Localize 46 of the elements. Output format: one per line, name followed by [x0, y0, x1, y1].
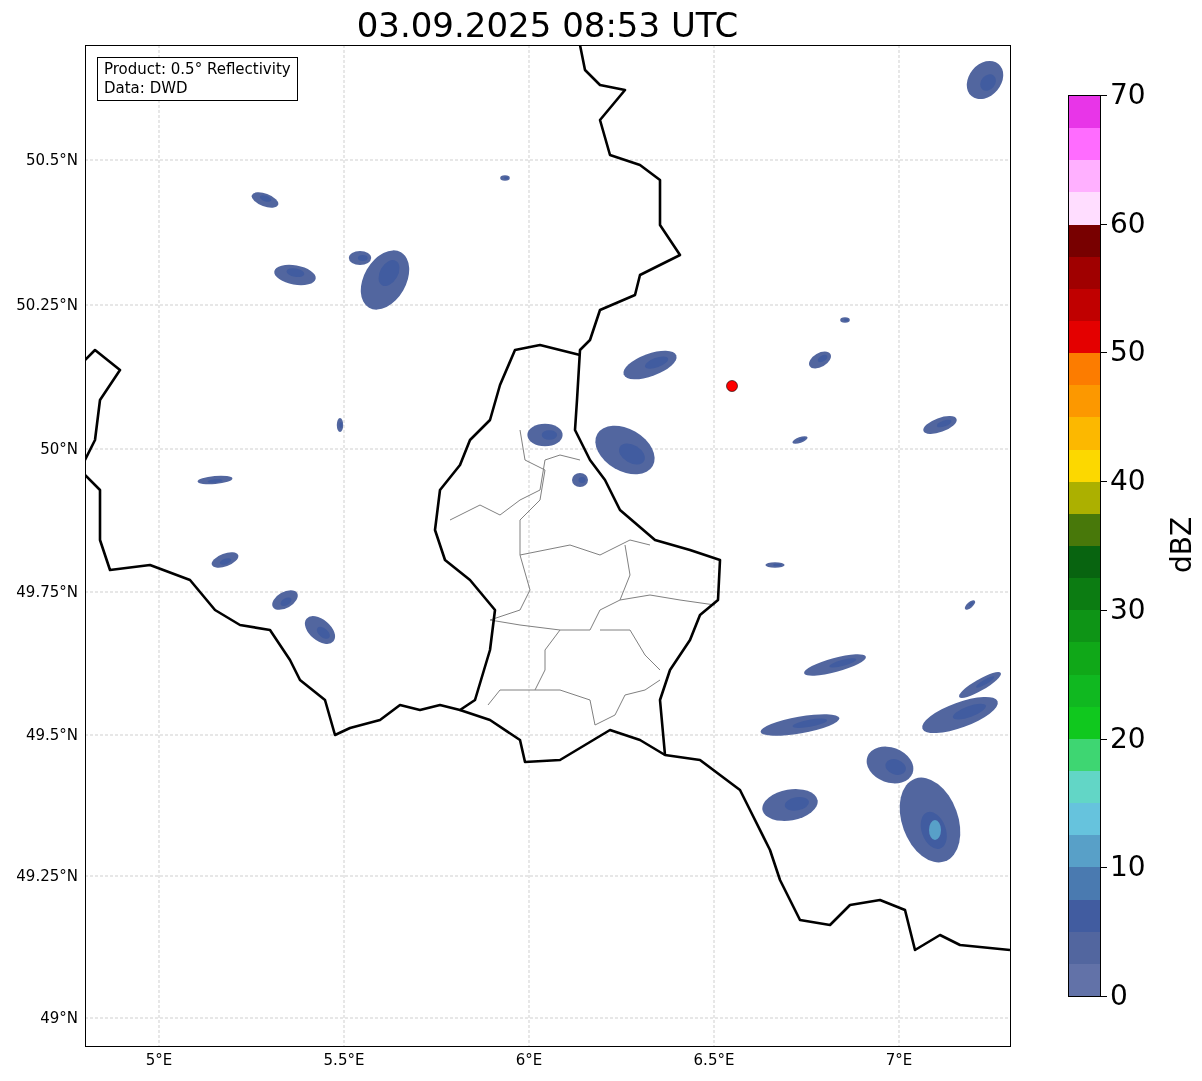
longitude-label: 6°E: [515, 1051, 543, 1069]
colorbar-tick-label: 40: [1110, 465, 1146, 498]
radar-echo: [272, 590, 298, 610]
radar-echo: [251, 192, 279, 208]
radar-echo: [336, 418, 344, 432]
radar-echo: [623, 350, 677, 380]
latitude-label: 49.25°N: [16, 867, 78, 885]
colorbar-tick-label: 10: [1110, 851, 1146, 884]
radar-echo: [792, 436, 808, 444]
colorbar-tick-label: 0: [1110, 980, 1128, 1012]
radar-echo: [840, 317, 850, 323]
latitude-label: 50°N: [40, 440, 78, 458]
colorbar-tick-label: 70: [1110, 79, 1146, 111]
info-text: Data: DWD: [104, 79, 189, 98]
colorbar-tick-label: 50: [1110, 336, 1146, 369]
colorbar-tick-label: 30: [1110, 593, 1146, 626]
station-marker: [726, 380, 738, 392]
radar-echo: [595, 425, 655, 475]
longitude-label: 6.5°E: [693, 1051, 735, 1069]
radar-echo: [966, 60, 1004, 100]
radar-echo: [274, 264, 316, 286]
longitude-label: 5.5°E: [323, 1051, 365, 1069]
latitude-label: 50.5°N: [25, 151, 78, 169]
colorbar-label: dBZ: [1166, 516, 1198, 574]
longitude-label: 5°E: [145, 1051, 173, 1069]
radar-echo: [572, 473, 588, 487]
chart-title: 03.09.2025 08:53 UTC: [356, 5, 739, 45]
latitude-label: 49.75°N: [16, 583, 78, 601]
radar-echo: [197, 475, 233, 485]
latitude-label: 50.25°N: [16, 296, 78, 314]
info-text: Product: 0.5° Reflectivity: [104, 60, 291, 79]
latitude-label: 49.5°N: [25, 726, 78, 744]
radar-echo: [762, 789, 818, 821]
radar-echo: [923, 416, 957, 434]
radar-echo: [765, 562, 785, 568]
colorbar-tick-label: 20: [1110, 722, 1146, 755]
radar-echo: [804, 654, 866, 676]
longitude-label: 7°E: [885, 1051, 913, 1069]
radar-echo: [527, 423, 563, 447]
latitude-label: 49°N: [40, 1009, 78, 1027]
radar-echo: [304, 616, 336, 644]
colorbar-tick-label: 60: [1110, 207, 1146, 240]
radar-echo: [500, 175, 510, 181]
radar-echo: [809, 351, 831, 369]
radar-echo: [964, 600, 976, 610]
radar-echo: [211, 552, 239, 568]
